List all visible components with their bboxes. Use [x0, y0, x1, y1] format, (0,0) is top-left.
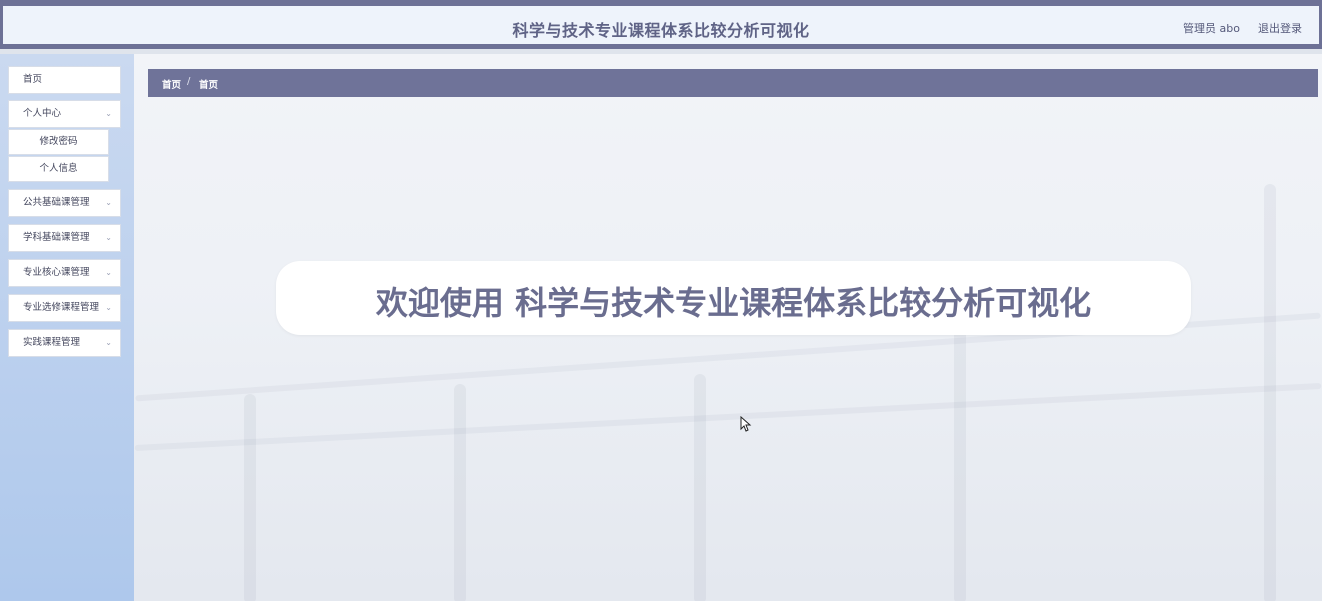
breadcrumb-current: 首页 — [199, 80, 219, 91]
sidebar-subitem-label: 个人信息 — [39, 163, 78, 174]
sidebar-item-practice-course[interactable]: 实践课程管理 ⌄ — [8, 329, 121, 357]
welcome-banner: 欢迎使用 科学与技术专业课程体系比较分析可视化 — [276, 261, 1191, 335]
sidebar-item-label: 首页 — [23, 74, 43, 85]
sidebar-item-elective-course[interactable]: 专业选修课程管理 ⌄ — [8, 294, 121, 322]
chevron-down-icon: ⌄ — [105, 109, 112, 118]
breadcrumb: 首页 / 首页 — [148, 69, 1318, 97]
chevron-down-icon: ⌄ — [105, 338, 112, 347]
sidebar-item-label: 专业核心课管理 — [23, 267, 90, 278]
logout-link[interactable]: 退出登录 — [1258, 20, 1302, 36]
header: 科学与技术专业课程体系比较分析可视化 管理员 abo 退出登录 — [0, 6, 1322, 49]
chevron-down-icon: ⌄ — [105, 233, 112, 242]
sidebar-item-personal-center[interactable]: 个人中心 ⌄ — [8, 100, 121, 128]
sidebar-subitem-personal-info[interactable]: 个人信息 — [8, 156, 109, 182]
background-decoration — [1264, 184, 1276, 601]
sidebar-subitem-label: 修改密码 — [39, 136, 78, 147]
sidebar-item-public-basic-course[interactable]: 公共基础课管理 ⌄ — [8, 189, 121, 217]
chevron-down-icon: ⌄ — [105, 268, 112, 277]
sidebar-item-label: 专业选修课程管理 — [23, 302, 100, 313]
main-content: 首页 / 首页 欢迎使用 科学与技术专业课程体系比较分析可视化 — [134, 54, 1322, 601]
sidebar-item-core-course[interactable]: 专业核心课管理 ⌄ — [8, 259, 121, 287]
app-title: 科学与技术专业课程体系比较分析可视化 — [512, 21, 810, 40]
background-decoration — [244, 394, 256, 601]
sidebar-item-label: 公共基础课管理 — [23, 197, 90, 208]
sidebar-item-label: 学科基础课管理 — [23, 232, 90, 243]
breadcrumb-home-link[interactable]: 首页 — [162, 77, 181, 91]
sidebar: 首页 个人中心 ⌄ 修改密码 个人信息 公共基础课管理 ⌄ 学科基础课管理 ⌄ … — [0, 54, 134, 601]
background-decoration — [134, 382, 1322, 452]
welcome-text: 欢迎使用 科学与技术专业课程体系比较分析可视化 — [375, 284, 1092, 322]
sidebar-item-home[interactable]: 首页 — [8, 66, 121, 94]
chevron-down-icon: ⌄ — [105, 198, 112, 207]
sidebar-subitem-change-password[interactable]: 修改密码 — [8, 129, 109, 155]
chevron-down-icon: ⌄ — [105, 303, 112, 312]
sidebar-item-label: 实践课程管理 — [23, 337, 81, 348]
breadcrumb-separator: / — [187, 76, 191, 87]
background-decoration — [954, 324, 966, 601]
background-decoration — [694, 374, 706, 601]
background-decoration — [454, 384, 466, 601]
sidebar-item-label: 个人中心 — [23, 108, 62, 119]
sidebar-item-subject-basic-course[interactable]: 学科基础课管理 ⌄ — [8, 224, 121, 252]
mouse-pointer-icon — [740, 416, 752, 432]
current-user-label: 管理员 abo — [1183, 22, 1240, 35]
